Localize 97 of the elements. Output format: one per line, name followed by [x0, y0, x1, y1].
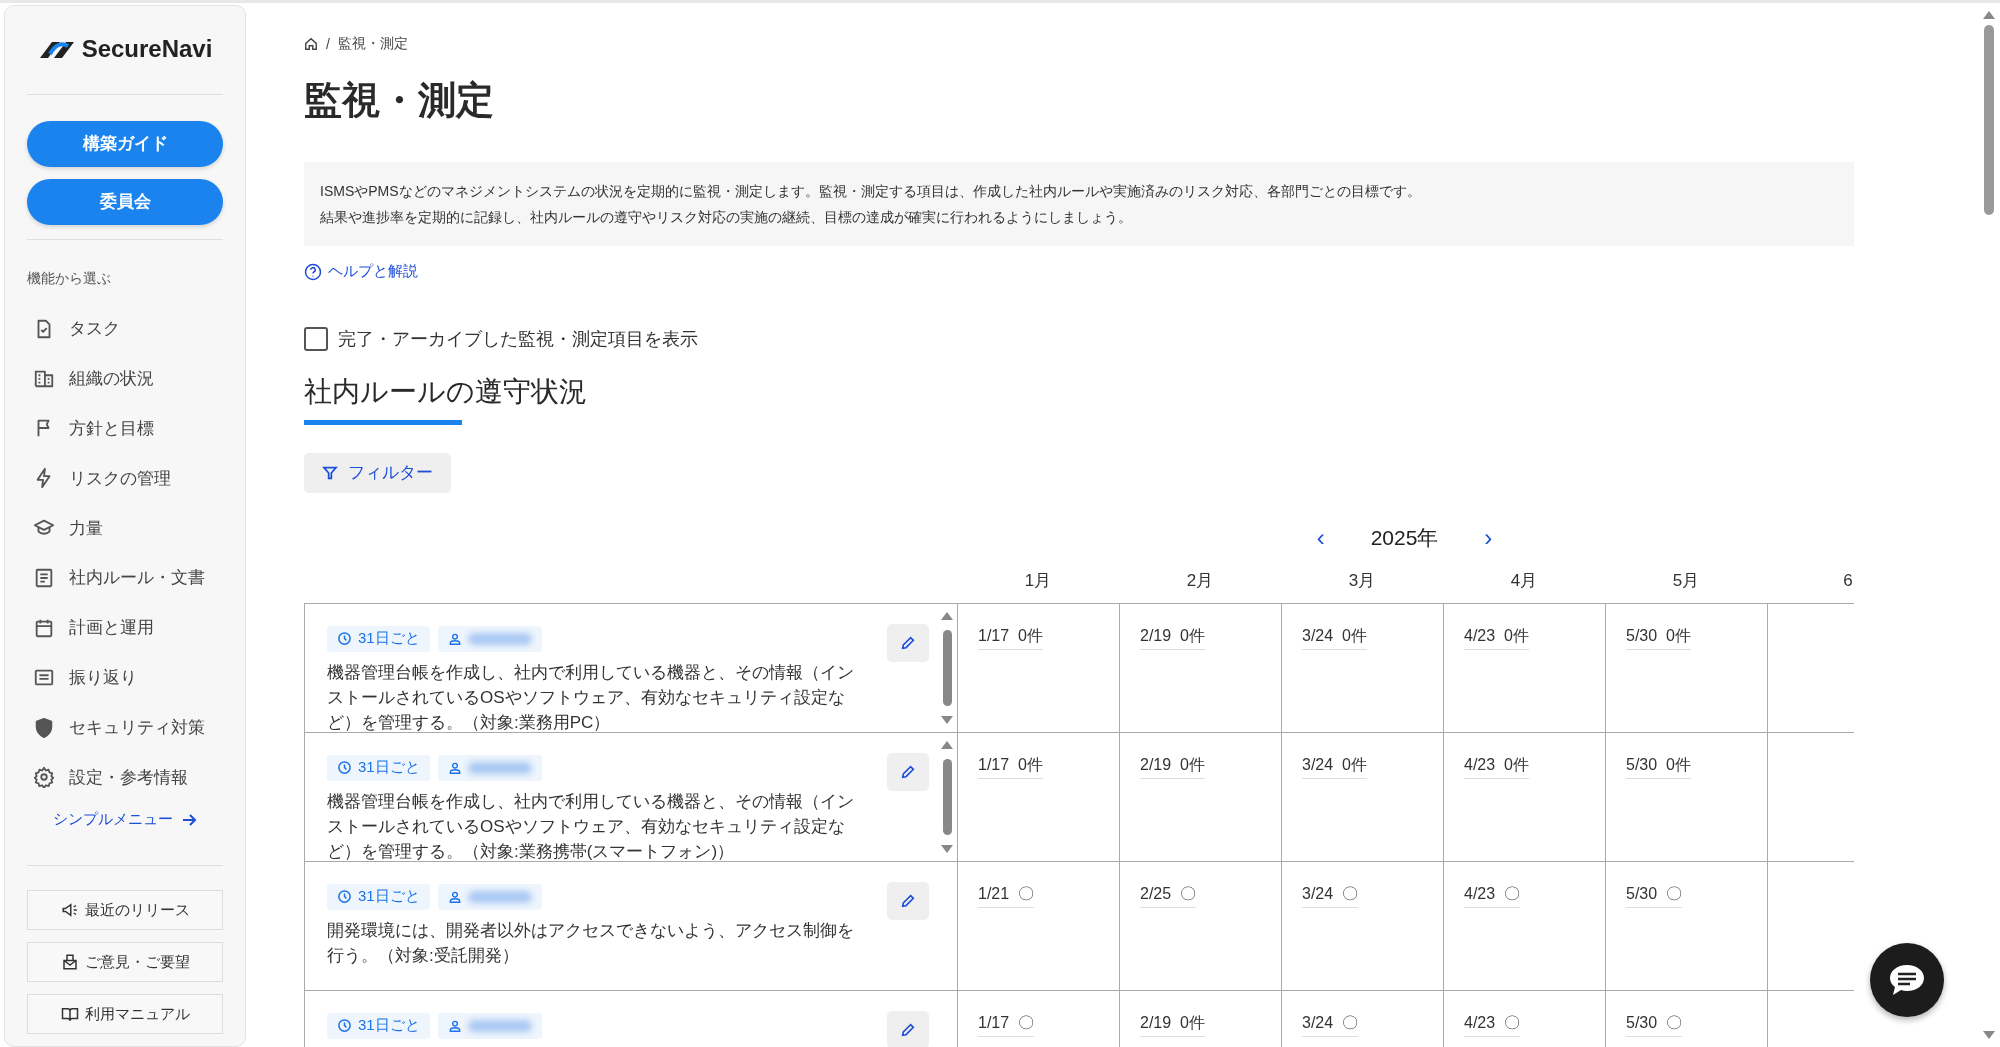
person-icon: [447, 1018, 462, 1033]
next-year-button[interactable]: ›: [1478, 522, 1499, 553]
person-icon: [447, 631, 462, 646]
person-icon: [447, 760, 462, 775]
pencil-icon: [900, 892, 916, 909]
feedback-icon: [60, 953, 79, 972]
record-entry[interactable]: 3/24 0件: [1302, 625, 1367, 650]
clock-icon: [337, 889, 352, 904]
record-entry[interactable]: 5/30 0件: [1626, 754, 1691, 779]
help-link[interactable]: ヘルプと解説: [304, 262, 418, 281]
nav-item[interactable]: リスクの管理: [27, 453, 223, 504]
book-icon: [60, 1005, 79, 1024]
edit-button[interactable]: [887, 1010, 929, 1047]
month-header: 4月: [1510, 571, 1538, 590]
home-icon[interactable]: [304, 37, 318, 51]
simple-menu-link[interactable]: シンプルメニュー: [27, 810, 223, 830]
nav-item[interactable]: タスク: [27, 303, 223, 354]
redacted-name: [467, 1019, 532, 1032]
edit-button[interactable]: [887, 881, 929, 920]
record-entry[interactable]: 1/17 0件: [978, 625, 1043, 650]
breadcrumb-item: 監視・測定: [337, 35, 408, 53]
item-description: 機器管理台帳を作成し、社内で利用している機器と、その情報（インストールされているOSやソフトウェア、有効なセキュリティ設定など）を管理する。（対象:業務携帯(スマートフォン)）: [327, 790, 855, 861]
record-entry[interactable]: 5/30 〇: [1626, 1012, 1683, 1037]
record-entry[interactable]: 1/17 〇: [978, 1012, 1035, 1037]
record-entry[interactable]: 3/24 0件: [1302, 754, 1367, 779]
month-header: 2月: [1186, 571, 1214, 590]
nav-pill-button[interactable]: 構築ガイド: [27, 120, 223, 167]
clock-icon: [337, 631, 352, 646]
record-entry[interactable]: 1/17 0件: [978, 754, 1043, 779]
redacted-name: [467, 761, 532, 774]
previous-year-button[interactable]: ‹: [1310, 522, 1331, 553]
megaphone-icon: [60, 901, 79, 920]
frequency-tag: 31日ごと: [327, 1012, 430, 1039]
item-description: 機器管理台帳を作成し、社内で利用している機器と、その情報（インストールされているOSやソフトウェア、有効なセキュリティ設定など）を管理する。（対象:業務用PC）: [327, 661, 855, 732]
record-entry[interactable]: 3/24 〇: [1302, 883, 1359, 908]
pencil-icon: [900, 763, 916, 780]
year-label: 2025年: [1370, 524, 1439, 551]
nav-item[interactable]: 方針と目標: [27, 403, 223, 454]
month-header: 1月: [1024, 571, 1052, 590]
nav-item[interactable]: 振り返り: [27, 652, 223, 703]
section-label: 機能から選ぶ: [27, 269, 112, 288]
record-entry[interactable]: 4/23 0件: [1464, 754, 1529, 779]
record-entry[interactable]: 4/23 〇: [1464, 1012, 1521, 1037]
section-tab[interactable]: 社内ルールの遵守状況: [304, 372, 587, 425]
clock-icon: [337, 760, 352, 775]
edit-button[interactable]: [887, 623, 929, 662]
month-header: 3月: [1348, 571, 1376, 590]
gear-icon: [33, 766, 55, 789]
footer-button[interactable]: ご意見・ご要望: [27, 942, 223, 983]
arrow-right-icon: [181, 811, 197, 828]
month-header: 6: [1843, 570, 1853, 590]
clock-icon: [337, 1018, 352, 1033]
month-header: 5月: [1672, 571, 1700, 590]
nav-item[interactable]: セキュリティ対策: [27, 702, 223, 753]
record-entry[interactable]: 5/30 〇: [1626, 883, 1683, 908]
footer-button[interactable]: 利用マニュアル: [27, 994, 223, 1035]
nav-pill-button[interactable]: 委員会: [27, 178, 223, 225]
logo-text: SecureNavi: [81, 34, 213, 63]
pencil-icon: [900, 1021, 916, 1038]
nav-item[interactable]: 力量: [27, 503, 223, 553]
footer-button[interactable]: 最近のリリース: [27, 890, 223, 931]
scrollbar[interactable]: [939, 740, 955, 853]
record-entry[interactable]: 5/30 0件: [1626, 625, 1691, 650]
record-entry[interactable]: 2/19 0件: [1140, 625, 1205, 650]
nav-item[interactable]: 社内ルール・文書: [27, 552, 223, 603]
record-entry[interactable]: 2/19 0件: [1140, 754, 1205, 779]
frequency-tag: 31日ごと: [327, 625, 430, 652]
redacted-name: [467, 890, 532, 903]
record-entry[interactable]: 2/25 〇: [1140, 883, 1197, 908]
description-text: 結果や進捗率を定期的に記録し、社内ルールの遵守やリスク対応の実施の継続、目標の達成が確実に行われるようにしましょう。: [320, 208, 1133, 227]
pencil-icon: [900, 634, 916, 651]
record-entry[interactable]: 1/21 〇: [978, 883, 1035, 908]
description-text: ISMSやPMSなどのマネジメントシステムの状況を定期的に監視・測定します。監視・測定する項目は、作成した社内ルールや実施済みのリスク対応、各部門ごとの目標です。: [320, 182, 1422, 201]
filter-button[interactable]: フィルター: [304, 452, 451, 493]
chat-icon: [1887, 962, 1927, 998]
scrollbar[interactable]: [939, 611, 955, 724]
person-icon: [447, 889, 462, 904]
item-description: 開発環境には、開発者以外はアクセスできないよう、アクセス制御を行う。（対象:受託開発）: [327, 919, 855, 967]
nav-item[interactable]: 設定・参考情報: [27, 752, 223, 803]
nav-item[interactable]: 組織の状況: [27, 353, 223, 404]
chat-button[interactable]: [1870, 943, 1944, 1017]
archived-checkbox[interactable]: 完了・アーカイブした監視・測定項目を表示: [304, 326, 698, 351]
nav-item[interactable]: 計画と運用: [27, 602, 223, 653]
record-entry[interactable]: 2/19 0件: [1140, 1012, 1205, 1037]
redacted-name: [467, 632, 532, 645]
record-entry[interactable]: 3/24 〇: [1302, 1012, 1359, 1037]
edit-button[interactable]: [887, 752, 929, 791]
frequency-tag: 31日ごと: [327, 883, 430, 910]
record-entry[interactable]: 4/23 0件: [1464, 625, 1529, 650]
filter-icon: [322, 464, 338, 481]
help-icon: [304, 262, 322, 281]
page-title: 監視・測定: [304, 78, 495, 123]
frequency-tag: 31日ごと: [327, 754, 430, 781]
doc-icon: [33, 566, 55, 589]
breadcrumb-separator: /: [326, 36, 330, 52]
shield-icon: [33, 716, 55, 739]
record-entry[interactable]: 4/23 〇: [1464, 883, 1521, 908]
